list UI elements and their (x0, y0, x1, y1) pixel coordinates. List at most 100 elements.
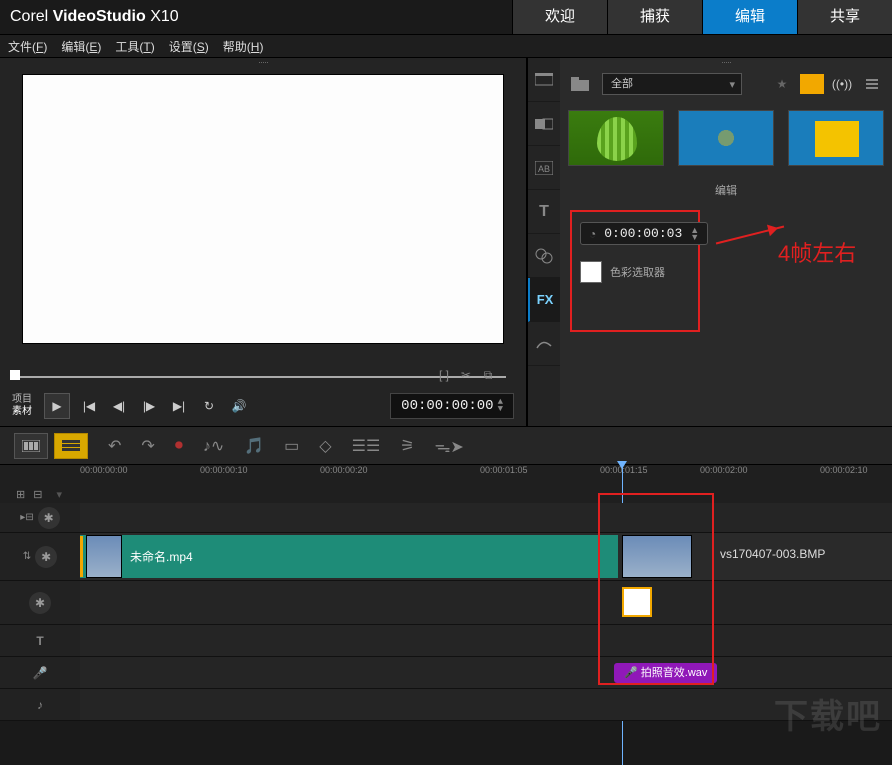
duration-spinner[interactable]: ▲▼ (690, 227, 699, 241)
mark-in-icon[interactable]: [ ] (436, 368, 452, 382)
duration-input[interactable]: ◔ 0:00:00:03 ▲▼ (580, 222, 708, 245)
lib-graphic-icon[interactable] (528, 234, 560, 278)
go-end-button[interactable]: ▶| (168, 395, 190, 417)
thumb-view-icon[interactable] (800, 74, 824, 94)
play-button[interactable]: ▶ (44, 393, 70, 419)
lib-fx-icon[interactable]: FX (528, 278, 560, 322)
preview-pane: [ ] ✂ ⧉ 项目 素材 ▶ |◀ ◀| |▶ ▶| ↻ 🔊 00:00:00… (0, 58, 526, 426)
zoom-in-button[interactable]: ⊞ (16, 488, 25, 501)
track-manager-button[interactable]: ⚞ (400, 436, 414, 456)
zoom-out-button[interactable]: ⊟ (33, 488, 42, 501)
music-track-icon[interactable]: ♪ (37, 698, 43, 712)
timeline-view-button[interactable] (54, 433, 88, 459)
timeline-toolbar: ↶ ↷ ⏺ ♪∿ 🎵 ▭ ◇ ☰☰ ⚞ ᯓ➤ (0, 427, 892, 465)
library-body: 全部 ★ ((•)) 编辑 ◔ 0:00:00:03 (560, 58, 892, 426)
thumbnail-item[interactable] (678, 110, 774, 166)
ruler-tick: 00:00:02:10 (820, 465, 868, 475)
timeline-area: ↶ ↷ ⏺ ♪∿ 🎵 ▭ ◇ ☰☰ ⚞ ᯓ➤ 00:00:00:00 00:00… (0, 426, 892, 721)
track-music: ♪ (0, 689, 892, 721)
menu-edit[interactable]: 编辑(E) (61, 38, 101, 55)
app-logo: Corel VideoStudio X10 (10, 8, 179, 26)
motion-button[interactable]: ᯓ➤ (435, 435, 464, 457)
color-picker-label: 色彩选取器 (610, 264, 665, 280)
lib-title-icon[interactable]: AB (528, 146, 560, 190)
menu-settings[interactable]: 设置(S) (169, 38, 209, 55)
tab-edit[interactable]: 编辑 (702, 0, 797, 34)
tab-welcome[interactable]: 欢迎 (512, 0, 607, 34)
pane-grip[interactable] (0, 58, 526, 66)
mode-labels[interactable]: 项目 素材 (12, 394, 32, 418)
ruler-tick: 00:00:00:00 (80, 465, 128, 475)
chapter-button[interactable]: ◇ (319, 436, 331, 456)
folder-icon[interactable] (568, 74, 592, 94)
ruler-tick: 00:00:00:10 (200, 465, 248, 475)
track-collapse-icon[interactable]: ▸⊟ (20, 512, 33, 523)
video-track-icon[interactable]: ✱ (38, 507, 60, 529)
category-dropdown[interactable]: 全部 (602, 73, 742, 95)
zoom-controls: ⊞ ⊟ ▾ (0, 485, 892, 503)
brand-suffix: X10 (150, 8, 178, 25)
library-subheader: 编辑 (560, 176, 892, 204)
brand-prefix: Corel (10, 8, 48, 25)
menu-file[interactable]: 文件(F) (8, 38, 47, 55)
prev-frame-button[interactable]: ◀| (108, 395, 130, 417)
overlay-track-icon[interactable]: ✱ (29, 592, 51, 614)
volume-button[interactable]: 🔊 (228, 395, 250, 417)
lib-text-icon[interactable]: T (528, 190, 560, 234)
thumbnail-item[interactable] (788, 110, 884, 166)
duration-value: 0:00:00:03 (604, 226, 682, 241)
go-start-button[interactable]: |◀ (78, 395, 100, 417)
lib-path-icon[interactable] (528, 322, 560, 366)
video-track-icon[interactable]: ✱ (35, 546, 57, 568)
tab-capture[interactable]: 捕获 (607, 0, 702, 34)
preview-timecode[interactable]: 00:00:00:00 ▲▼ (390, 393, 514, 419)
track-video-main: ⇅ ✱ 未命名.mp4 vs170407-003.BMP (0, 533, 892, 581)
lib-grip[interactable] (560, 58, 892, 66)
lib-transition-icon[interactable] (528, 102, 560, 146)
scrub-bar[interactable]: [ ] ✂ ⧉ (10, 368, 506, 386)
track-voice: 🎤 🎤 拍照音效.wav (0, 657, 892, 689)
cut-icon[interactable]: ✂ (458, 368, 474, 382)
color-swatch[interactable] (580, 261, 602, 283)
subtitle-button[interactable]: ▭ (284, 436, 299, 456)
clip-label: 未命名.mp4 (130, 548, 193, 565)
thumbnail-item[interactable] (568, 110, 664, 166)
track-video-1: ▸⊟ ✱ (0, 503, 892, 533)
menu-bar: 文件(F) 编辑(E) 工具(T) 设置(S) 帮助(H) (0, 34, 892, 58)
track-title: T (0, 625, 892, 657)
menu-tools[interactable]: 工具(T) (115, 38, 154, 55)
redo-button[interactable]: ↷ (141, 436, 154, 456)
auto-music-button[interactable]: 🎵 (244, 436, 264, 456)
next-frame-button[interactable]: |▶ (138, 395, 160, 417)
clip-label: vs170407-003.BMP (720, 547, 825, 561)
track-link-icon[interactable]: ⇅ (23, 551, 31, 562)
storyboard-view-button[interactable] (14, 433, 48, 459)
watermark: 下载吧 (774, 689, 882, 738)
favorite-icon[interactable]: ★ (770, 74, 794, 94)
top-tabs: 欢迎 捕获 编辑 共享 (512, 0, 892, 34)
menu-help[interactable]: 帮助(H) (223, 38, 264, 55)
svg-text:AB: AB (538, 164, 550, 174)
library-toolbar: 全部 ★ ((•)) (560, 66, 892, 102)
timecode-spinner[interactable]: ▲▼ (498, 399, 503, 413)
timeline-ruler[interactable]: 00:00:00:00 00:00:00:10 00:00:00:20 00:0… (80, 465, 892, 485)
tracks-container: ▸⊟ ✱ ⇅ ✱ 未命名.mp4 vs170407-003.BMP ✱ (0, 503, 892, 721)
preview-screen[interactable] (22, 74, 504, 344)
library-pane: AB T FX 全部 ★ ((•)) (526, 58, 892, 426)
record-button[interactable]: ⏺ (175, 437, 183, 455)
repeat-button[interactable]: ↻ (198, 395, 220, 417)
list-view-icon[interactable] (860, 74, 884, 94)
sound-icon[interactable]: ((•)) (830, 74, 854, 94)
voice-track-icon[interactable]: 🎤 (33, 666, 48, 680)
timeline-clip[interactable]: 未命名.mp4 (80, 535, 618, 578)
tab-share[interactable]: 共享 (797, 0, 892, 34)
undo-button[interactable]: ↶ (108, 436, 121, 456)
expand-icon[interactable]: ⧉ (480, 368, 496, 382)
multitrack-button[interactable]: ☰☰ (352, 436, 381, 456)
scrub-handle[interactable] (10, 370, 20, 380)
audio-mixer-button[interactable]: ♪∿ (203, 436, 224, 456)
title-track-icon[interactable]: T (36, 634, 43, 648)
ruler-tick: 00:00:01:05 (480, 465, 528, 475)
clip-thumbnail (86, 535, 122, 578)
lib-media-icon[interactable] (528, 58, 560, 102)
